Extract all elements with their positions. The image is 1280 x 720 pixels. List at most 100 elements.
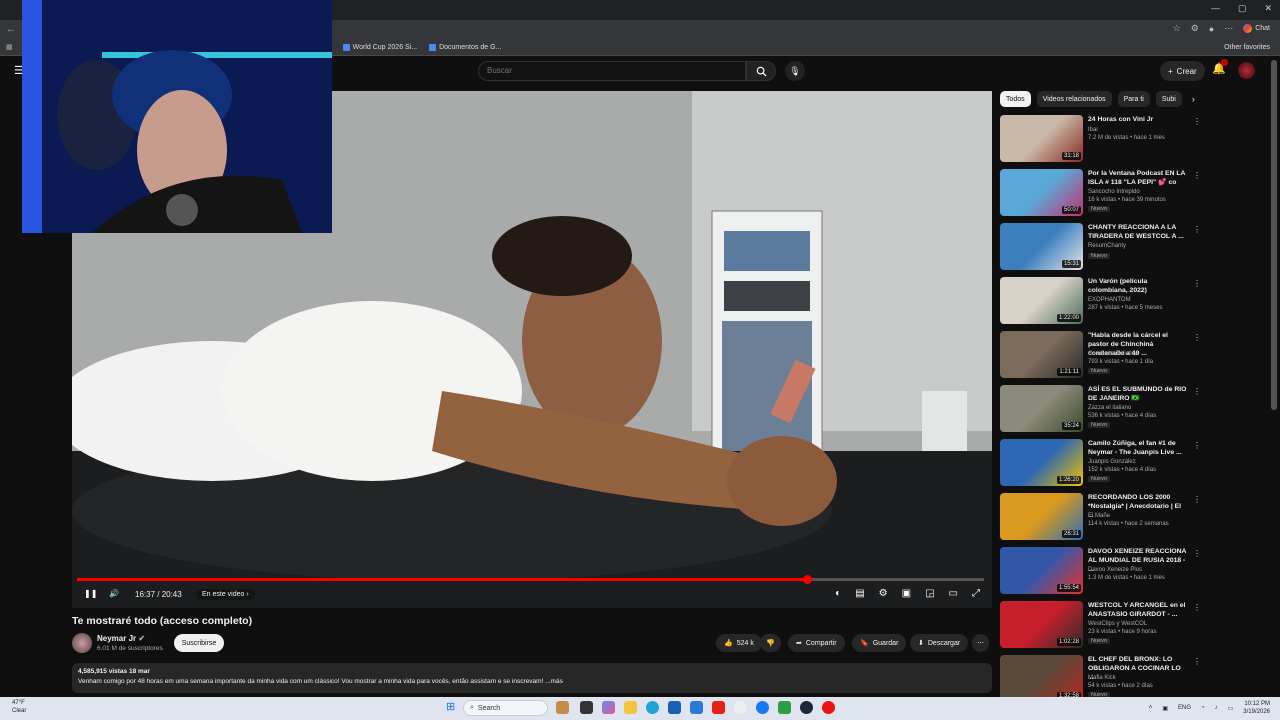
more-vertical-icon[interactable]: ⋮ xyxy=(1193,549,1201,558)
recommendation-title[interactable]: WESTCOL Y ARCANGEL en el ANASTASIO GIRAR… xyxy=(1088,601,1188,619)
account-avatar[interactable] xyxy=(1238,62,1255,79)
speaker-icon[interactable]: ♪ xyxy=(1215,705,1218,711)
pause-icon[interactable]: ❚❚ xyxy=(84,589,97,598)
close-icon[interactable]: ✕ xyxy=(1264,3,1272,14)
autoplay-toggle-icon[interactable]: ◐ xyxy=(835,588,841,599)
recommendation-item[interactable]: 35:24 ASÍ ES EL SUBMUNDO de RIO DE JANEIR… xyxy=(1000,385,1275,437)
chapter-button[interactable]: En este video › xyxy=(196,589,255,600)
other-favorites[interactable]: Other favorites xyxy=(1224,44,1270,51)
theater-mode-icon[interactable]: ▭ xyxy=(949,588,958,599)
chevron-up-icon[interactable]: ˄ xyxy=(1149,705,1153,711)
steam-icon[interactable] xyxy=(800,701,813,714)
spreadsheet-icon[interactable] xyxy=(778,701,791,714)
file-explorer-icon[interactable] xyxy=(624,701,637,714)
video-thumbnail[interactable]: 1:02:28 xyxy=(1000,601,1083,648)
tray-app-icon[interactable]: ▣ xyxy=(1162,705,1168,712)
recommendation-item[interactable]: 1:02:28 WESTCOL Y ARCANGEL en el ANASTASI… xyxy=(1000,601,1275,653)
video-thumbnail[interactable]: 15:31 xyxy=(1000,223,1083,270)
chip-for-you[interactable]: Para ti xyxy=(1117,91,1150,107)
subscribe-button[interactable]: Suscribirse xyxy=(174,634,224,652)
youtube-app-icon[interactable] xyxy=(712,701,725,714)
language-indicator[interactable]: ENG xyxy=(1178,705,1191,711)
video-thumbnail[interactable]: 1:55:54 xyxy=(1000,547,1083,594)
recommendation-title[interactable]: Camilo Zúñiga, el fan #1 de Neymar - The… xyxy=(1088,439,1188,457)
copilot-taskbar-icon[interactable] xyxy=(602,701,615,714)
video-thumbnail[interactable]: 1:21:11 xyxy=(1000,331,1083,378)
recommendation-title[interactable]: Un Varón (película colombiana, 2022) xyxy=(1088,277,1188,295)
minimize-icon[interactable]: — xyxy=(1211,3,1220,14)
microphone-icon[interactable]: 🎙 xyxy=(785,61,805,81)
recommendation-channel[interactable]: Davoo Xeneize Plus xyxy=(1088,567,1142,573)
recommendation-title[interactable]: 24 Horas con Vini Jr xyxy=(1088,115,1188,124)
subtitles-icon[interactable]: ▤ xyxy=(855,588,864,599)
create-button[interactable]: + Crear xyxy=(1160,61,1205,81)
recommendation-item[interactable]: 50:07 Por la Ventana Podcast EN LA ISLA #… xyxy=(1000,169,1275,221)
recommendation-item[interactable]: 1:21:11 "Habla desde la cárcel el pastor … xyxy=(1000,331,1275,383)
wifi-icon[interactable]: ◔ xyxy=(1201,705,1205,711)
cast-icon[interactable]: ◲ xyxy=(925,588,934,599)
download-button[interactable]: ⬇ Descargar xyxy=(910,634,969,652)
more-vertical-icon[interactable]: ⋮ xyxy=(1193,117,1201,126)
edge-icon[interactable] xyxy=(646,701,659,714)
video-thumbnail[interactable]: 26:31 xyxy=(1000,493,1083,540)
more-actions-button[interactable]: ⋯ xyxy=(972,634,989,652)
store-icon[interactable] xyxy=(668,701,681,714)
like-button[interactable]: 👍 524 k xyxy=(716,634,762,652)
mail-icon[interactable] xyxy=(690,701,703,714)
page-scrollbar[interactable] xyxy=(1271,60,1277,410)
facebook-icon[interactable] xyxy=(756,701,769,714)
share-button[interactable]: ➦ Compartir xyxy=(788,634,845,652)
back-icon[interactable]: ← xyxy=(6,24,16,35)
video-thumbnail[interactable]: 35:24 xyxy=(1000,385,1083,432)
more-vertical-icon[interactable]: ⋮ xyxy=(1193,225,1201,234)
windows-start-icon[interactable]: ⊞ xyxy=(446,700,455,713)
dislike-button[interactable]: 👎 xyxy=(760,634,781,652)
bookmark-item[interactable]: Documentos de G... xyxy=(429,43,501,51)
recommendation-item[interactable]: 15:31 CHANTY REACCIONA A LA TIRADERA DE W… xyxy=(1000,223,1275,275)
more-vertical-icon[interactable]: ⋮ xyxy=(1193,171,1201,180)
description-box[interactable]: 4,585,915 vistas 18 mar Venham comigo po… xyxy=(72,663,992,693)
video-thumbnail[interactable]: 1:26:20 xyxy=(1000,439,1083,486)
recommendation-channel[interactable]: Juanpis González xyxy=(1088,459,1136,465)
channel-avatar[interactable] xyxy=(72,633,92,653)
recommendation-channel[interactable]: Sancocho Intrepido xyxy=(1088,189,1140,195)
search-input[interactable]: Buscar xyxy=(478,61,746,81)
extensions-icon[interactable]: ⚙ xyxy=(1191,23,1199,34)
video-thumbnail[interactable]: 50:07 xyxy=(1000,169,1083,216)
recommendation-channel[interactable]: Ibai xyxy=(1088,127,1098,133)
fullscreen-icon[interactable]: ⤢ xyxy=(972,588,980,599)
task-view-icon[interactable] xyxy=(580,701,593,714)
chip-todos[interactable]: Todos xyxy=(1000,91,1031,107)
maximize-icon[interactable]: ▢ xyxy=(1238,3,1247,14)
apps-icon[interactable]: ▦ xyxy=(6,43,13,51)
app-icon[interactable] xyxy=(822,701,835,714)
recommendation-title[interactable]: ASÍ ES EL SUBMUNDO de RIO DE JANEIRO 🇧🇷 xyxy=(1088,385,1188,403)
weather-widget[interactable]: 47°F Clear xyxy=(12,699,26,715)
video-thumbnail[interactable]: 31:18 xyxy=(1000,115,1083,162)
recommendation-channel[interactable]: Conducta Delictiva xyxy=(1088,351,1138,357)
more-vertical-icon[interactable]: ⋮ xyxy=(1193,603,1201,612)
recommendation-item[interactable]: 1:26:20 Camilo Zúñiga, el fan #1 de Neyma… xyxy=(1000,439,1275,491)
video-thumbnail[interactable]: 1:32:58 xyxy=(1000,655,1083,702)
taskbar-app-icon[interactable] xyxy=(556,701,569,714)
recommendation-channel[interactable]: WestClips y WestCOL xyxy=(1088,621,1147,627)
taskbar-search[interactable]: ⌕ Search xyxy=(463,700,548,716)
bookmark-item[interactable]: World Cup 2026 Si... xyxy=(342,43,417,51)
profile-icon[interactable]: ● xyxy=(1209,24,1214,34)
volume-icon[interactable]: 🔊 xyxy=(109,589,119,598)
video-thumbnail[interactable]: 1:22:00 xyxy=(1000,277,1083,324)
recommendation-item[interactable]: 1:22:00 Un Varón (película colombiana, 20… xyxy=(1000,277,1275,329)
recommendation-channel[interactable]: El Mañe xyxy=(1088,513,1110,519)
recommendation-channel[interactable]: EXOPHANTOM xyxy=(1088,297,1131,303)
recommendation-title[interactable]: CHANTY REACCIONA A LA TIRADERA DE WESTCO… xyxy=(1088,223,1188,241)
more-vertical-icon[interactable]: ⋮ xyxy=(1193,387,1201,396)
more-vertical-icon[interactable]: ⋮ xyxy=(1193,279,1201,288)
more-vertical-icon[interactable]: ⋮ xyxy=(1193,441,1201,450)
battery-icon[interactable]: ▭ xyxy=(1228,705,1234,712)
recommendation-item[interactable]: 26:31 RECORDANDO LOS 2000 *Nostalgia* | A… xyxy=(1000,493,1275,545)
recommendation-title[interactable]: Por la Ventana Podcast EN LA ISLA # 118 … xyxy=(1088,169,1188,187)
miniplayer-icon[interactable]: ▣ xyxy=(902,588,911,599)
more-icon[interactable]: ⋯ xyxy=(1224,23,1233,34)
recommendation-item[interactable]: 1:55:54 DAVOO XENEIZE REACCIONA AL MUNDIA… xyxy=(1000,547,1275,599)
recommendation-channel[interactable]: Mafia Kick xyxy=(1088,675,1116,681)
